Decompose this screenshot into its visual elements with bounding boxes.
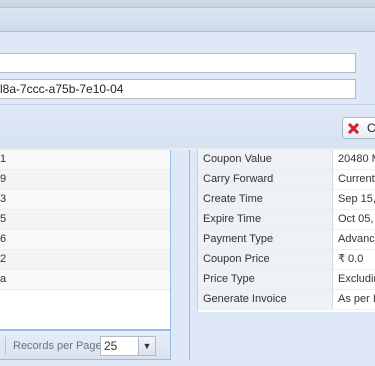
- property-value: 20480 M: [338, 153, 375, 165]
- property-panel: Coupon Value 20480 M Carry Forward Curre…: [189, 150, 375, 360]
- paging-toolbar: Records per Page 25 ▼: [0, 330, 171, 360]
- property-name: Payment Type: [198, 230, 333, 249]
- dialog-button-bar: [0, 104, 375, 148]
- dialog-body: l8a-7ccc-a75b-7e10-04: [0, 32, 375, 148]
- property-name: Price Type: [198, 270, 333, 289]
- records-per-page-value: 25: [104, 339, 118, 353]
- property-row[interactable]: Price Type Excludin: [198, 270, 375, 290]
- close-icon: [348, 123, 359, 134]
- property-value: Sep 15,: [338, 193, 375, 205]
- window-top-strip: [0, 0, 375, 8]
- property-name: Create Time: [198, 190, 333, 209]
- lower-area: 1 9 3 5 6 2 a Records per Page 25 ▼ Coup…: [0, 150, 375, 366]
- property-name: Expire Time: [198, 210, 333, 229]
- property-row[interactable]: Coupon Price ₹ 0.0: [198, 250, 375, 270]
- table-row[interactable]: 5: [0, 210, 170, 230]
- property-value: Excludin: [338, 273, 375, 285]
- property-row[interactable]: Expire Time Oct 05,: [198, 210, 375, 230]
- table-row[interactable]: a: [0, 270, 170, 290]
- property-row[interactable]: Generate Invoice As per I: [198, 290, 375, 310]
- property-name: Coupon Value: [198, 150, 333, 169]
- table-row[interactable]: 6: [0, 230, 170, 250]
- cancel-button[interactable]: C: [342, 117, 375, 139]
- property-name: Carry Forward: [198, 170, 333, 189]
- text-field-1[interactable]: [0, 53, 356, 73]
- property-value: Oct 05,: [338, 213, 374, 225]
- property-value: As per I: [338, 293, 375, 305]
- table-row[interactable]: 9: [0, 170, 170, 190]
- property-row[interactable]: Coupon Value 20480 M: [198, 150, 375, 170]
- property-value: Advance: [338, 233, 375, 245]
- property-name: Coupon Price: [198, 250, 333, 269]
- cancel-button-label: C: [367, 121, 375, 135]
- property-grid: Coupon Value 20480 M Carry Forward Curre…: [197, 150, 375, 312]
- property-row[interactable]: Carry Forward Current: [198, 170, 375, 190]
- toolbar-separator: [5, 337, 6, 355]
- table-row[interactable]: 1: [0, 150, 170, 170]
- table-row[interactable]: 3: [0, 190, 170, 210]
- records-per-page-label: Records per Page: [13, 340, 102, 352]
- property-name: Generate Invoice: [198, 290, 333, 309]
- property-value: Current: [338, 173, 375, 185]
- table-row[interactable]: 2: [0, 250, 170, 270]
- records-per-page-select[interactable]: 25 ▼: [100, 336, 156, 356]
- property-value: ₹ 0.0: [338, 253, 364, 265]
- records-grid: 1 9 3 5 6 2 a: [0, 150, 171, 330]
- dialog-header: [0, 8, 375, 32]
- property-row[interactable]: Payment Type Advance: [198, 230, 375, 250]
- chevron-down-icon[interactable]: ▼: [138, 337, 155, 355]
- property-row[interactable]: Create Time Sep 15,: [198, 190, 375, 210]
- text-field-2[interactable]: l8a-7ccc-a75b-7e10-04: [0, 79, 356, 99]
